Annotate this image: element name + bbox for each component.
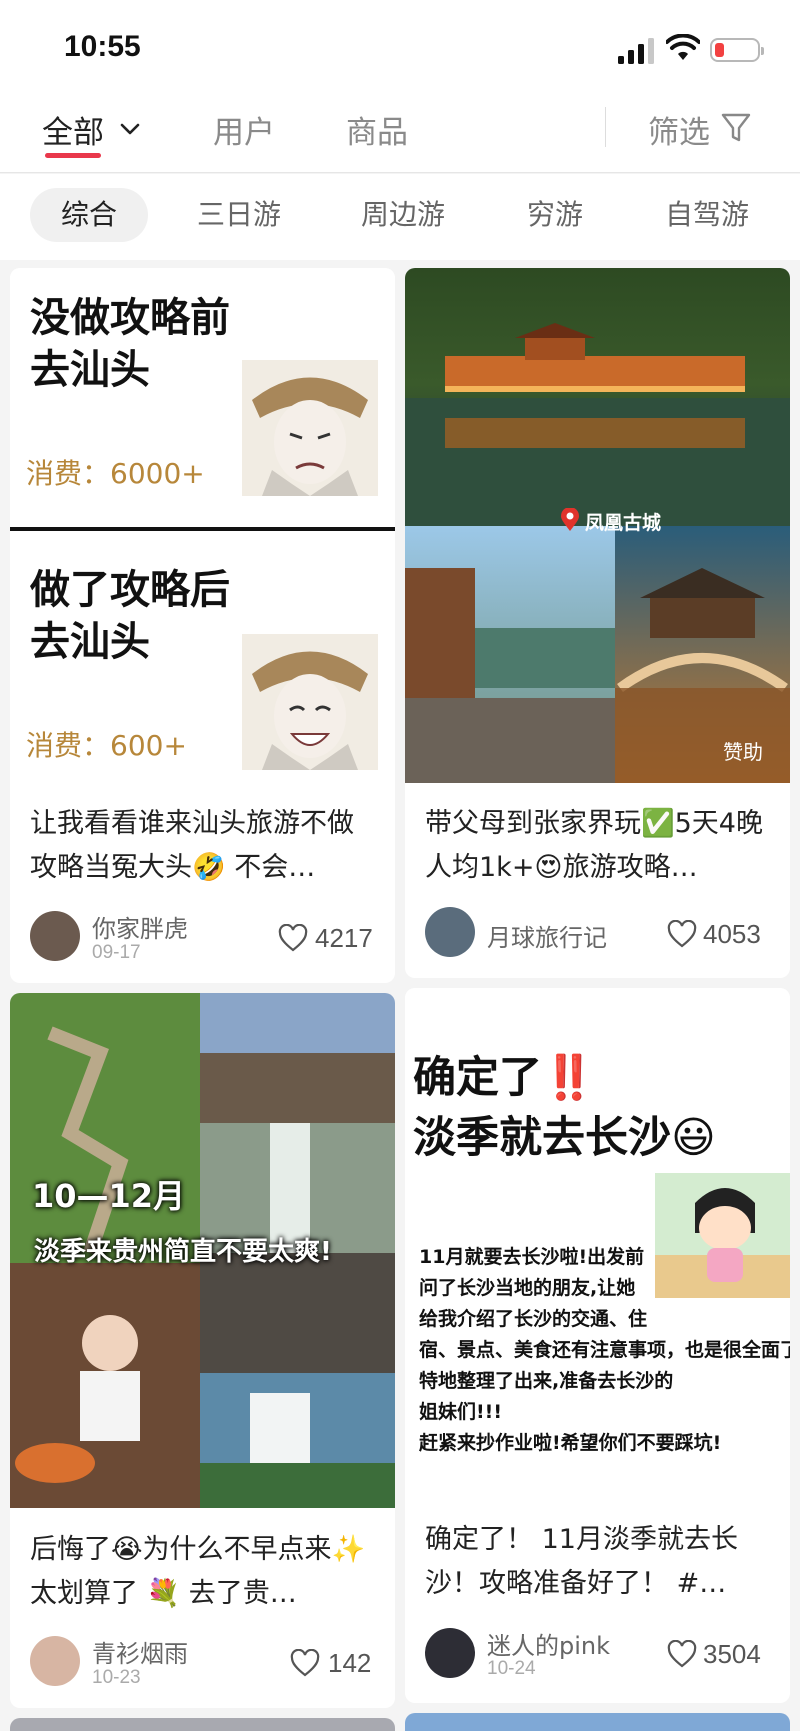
status-time: 10:55 (64, 30, 141, 63)
avatar[interactable] (425, 1628, 475, 1678)
like-icon[interactable] (667, 920, 697, 948)
location-tag: 凤凰古城 (585, 512, 662, 534)
note-card-partial[interactable] (405, 1713, 790, 1731)
active-tab-indicator (45, 153, 101, 158)
wifi-icon (666, 34, 700, 60)
search-result-tabs: 全部 用户 商品 筛选 (0, 95, 800, 173)
chip-three-day[interactable]: 三日游 (186, 188, 292, 242)
note-cover[interactable]: 确定了‼️ 淡季就去长沙😃 11月就要去长沙啦!出发前 问了长沙当地的朋友,让她… (405, 988, 790, 1503)
like-icon[interactable] (667, 1640, 697, 1668)
author-name[interactable]: 你家胖虎 (92, 909, 188, 944)
like-count: 3504 (703, 1639, 761, 1669)
note-title[interactable]: 让我看看谁来汕头旅游不做攻略当冤大头🤣 不会… (30, 802, 375, 890)
post-date: 10-24 (487, 1658, 536, 1679)
category-chips: 综合 三日游 周边游 穷游 自驾游 (0, 174, 800, 260)
tab-goods[interactable]: 商品 (346, 107, 408, 152)
statue-image (242, 360, 378, 496)
chevron-down-icon[interactable] (118, 117, 142, 141)
tab-all[interactable]: 全部 (42, 107, 104, 152)
note-card-partial[interactable] (10, 1718, 395, 1731)
note-cover[interactable]: 凤凰古城 赞助 (405, 268, 790, 783)
tab-user[interactable]: 用户 (213, 107, 275, 152)
post-date: 09-17 (92, 942, 141, 963)
note-title[interactable]: 带父母到张家界玩✅5天4晚人均1k+😍旅游攻略… (425, 802, 770, 890)
note-title[interactable]: 确定了！ 11月淡季就去长沙！攻略准备好了！ #… (425, 1518, 770, 1606)
like-icon[interactable] (278, 924, 308, 952)
status-bar: 10:55 (0, 0, 800, 95)
like-count: 4053 (703, 919, 761, 949)
chip-nearby[interactable]: 周边游 (350, 188, 456, 242)
meme-price-after: 消费：600+ (26, 729, 187, 762)
like-icon[interactable] (290, 1649, 320, 1677)
meme-text-before: 没做攻略前 去汕头 (30, 295, 230, 393)
author-name[interactable]: 青衫烟雨 (92, 1634, 188, 1669)
sponsored-badge: 赞助 (723, 740, 763, 764)
note-card[interactable]: 确定了‼️ 淡季就去长沙😃 11月就要去长沙啦!出发前 问了长沙当地的朋友,让她… (405, 988, 790, 1703)
filter-icon[interactable] (720, 111, 752, 145)
avatar[interactable] (30, 1636, 80, 1686)
divider (605, 107, 606, 147)
meme-price-before: 消费：6000+ (26, 457, 205, 490)
note-card[interactable]: 10—12月 淡季来贵州简直不要太爽! 后悔了😭为什么不早点来✨太划算了 💐 去… (10, 993, 395, 1708)
chip-self-drive[interactable]: 自驾游 (654, 188, 760, 242)
overlay-caption: 淡季来贵州简直不要太爽! (34, 1237, 332, 1267)
chip-comprehensive[interactable]: 综合 (30, 188, 148, 242)
signal-icon (618, 38, 654, 64)
like-count: 4217 (315, 923, 373, 953)
location-pin-icon (561, 508, 579, 531)
avatar[interactable] (425, 907, 475, 957)
note-cover[interactable]: 没做攻略前 去汕头 消费：6000+ 做了攻略后 去汕头 消费：600+ (10, 268, 395, 778)
overlay-date: 10—12月 (32, 1177, 186, 1215)
meme-text-after: 做了攻略后 去汕头 (30, 567, 230, 665)
chip-budget[interactable]: 穷游 (515, 188, 595, 242)
author-name[interactable]: 迷人的pink (487, 1626, 610, 1661)
statue-smile-image (242, 634, 378, 770)
note-card[interactable]: 凤凰古城 赞助 带父母到张家界玩✅5天4晚人均1k+😍旅游攻略… 月球旅行记 4… (405, 268, 790, 978)
like-count: 142 (328, 1648, 372, 1678)
battery-icon (710, 38, 764, 62)
divider-line (10, 527, 395, 531)
filter-button[interactable]: 筛选 (648, 107, 710, 152)
note-card[interactable]: 没做攻略前 去汕头 消费：6000+ 做了攻略后 去汕头 消费：600+ 让我看… (10, 268, 395, 983)
cover-body: 11月就要去长沙啦!出发前 问了长沙当地的朋友,让她 给我介绍了长沙的交通、住 … (419, 1246, 790, 1454)
avatar[interactable] (30, 911, 80, 961)
post-date: 10-23 (92, 1667, 141, 1688)
note-title[interactable]: 后悔了😭为什么不早点来✨太划算了 💐 去了贵… (30, 1528, 375, 1616)
author-name[interactable]: 月球旅行记 (487, 918, 607, 953)
cover-title: 确定了‼️ 淡季就去长沙😃 (413, 1053, 716, 1163)
note-cover[interactable]: 10—12月 淡季来贵州简直不要太爽! (10, 993, 395, 1508)
